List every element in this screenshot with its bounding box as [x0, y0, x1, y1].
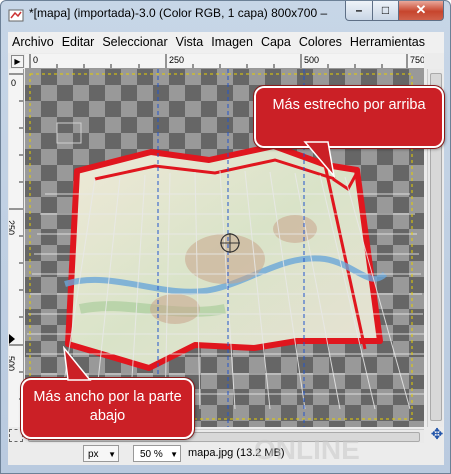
zoom-value: 50 % [140, 449, 163, 460]
vertical-ruler[interactable]: 0 250 500 [9, 69, 24, 427]
unit-value: px [88, 449, 99, 460]
title-bar[interactable]: *[mapa] (importada)-3.0 (Color RGB, 1 ca… [1, 1, 450, 29]
callout-top-text: Más estrecho por arriba [272, 97, 426, 113]
callout-top-pointer [303, 141, 336, 179]
hruler-tick-750: 750 [410, 55, 424, 65]
minimize-button[interactable]: – [345, 1, 373, 21]
vertical-ruler-graphic: 0 250 500 [9, 73, 23, 400]
gimp-app-icon [8, 9, 24, 22]
menu-editar[interactable]: Editar [58, 32, 99, 53]
unit-select[interactable]: px ▼ [83, 445, 119, 462]
vruler-tick-500: 500 [9, 356, 16, 371]
maximize-icon: □ [381, 3, 390, 17]
menu-colores[interactable]: Colores [295, 32, 346, 53]
menu-seleccionar[interactable]: Seleccionar [98, 32, 171, 53]
callout-bottom-text: Más ancho por la parte abajo [33, 389, 182, 424]
menu-capa[interactable]: Capa [257, 32, 295, 53]
close-icon: ✕ [415, 2, 427, 17]
menu-imagen[interactable]: Imagen [207, 32, 257, 53]
hruler-tick-0: 0 [33, 55, 38, 65]
close-button[interactable]: ✕ [398, 1, 444, 21]
minimize-icon: – [355, 3, 363, 17]
menu-arrow-icon[interactable]: ▶ [11, 55, 24, 68]
chevron-down-icon: ▼ [170, 450, 178, 459]
hruler-tick-250: 250 [169, 55, 184, 65]
hruler-tick-500: 500 [304, 55, 319, 65]
vruler-tick-0: 0 [11, 78, 16, 88]
menu-archivo[interactable]: Archivo [8, 32, 58, 53]
navigate-icon[interactable]: ✥ [429, 427, 445, 443]
horizontal-ruler-graphic: 0 250 500 750 [29, 54, 424, 68]
zoom-select[interactable]: 50 % ▼ [133, 445, 181, 462]
vruler-tick-250: 250 [9, 220, 16, 235]
watermark: ONLINE [254, 434, 360, 465]
callout-top: Más estrecho por arriba [253, 85, 445, 149]
window-title: *[mapa] (importada)-3.0 (Color RGB, 1 ca… [29, 6, 329, 20]
menu-herramientas[interactable]: Herramientas [346, 32, 429, 53]
callout-bottom: Más ancho por la parte abajo [20, 377, 195, 440]
menu-bar: Archivo Editar Seleccionar Vista Imagen Capa C… [8, 32, 444, 54]
status-bar: px ▼ 50 % ▼ mapa.jpg (13.2 MB) ONLINE [8, 434, 444, 465]
menu-vista[interactable]: Vista [172, 32, 208, 53]
chevron-down-icon: ▼ [108, 450, 116, 459]
svg-text:ONLINE: ONLINE [254, 434, 360, 465]
maximize-button[interactable]: □ [372, 1, 399, 21]
horizontal-ruler[interactable]: 0 250 500 750 [25, 54, 424, 69]
callout-bottom-pointer [62, 346, 92, 381]
